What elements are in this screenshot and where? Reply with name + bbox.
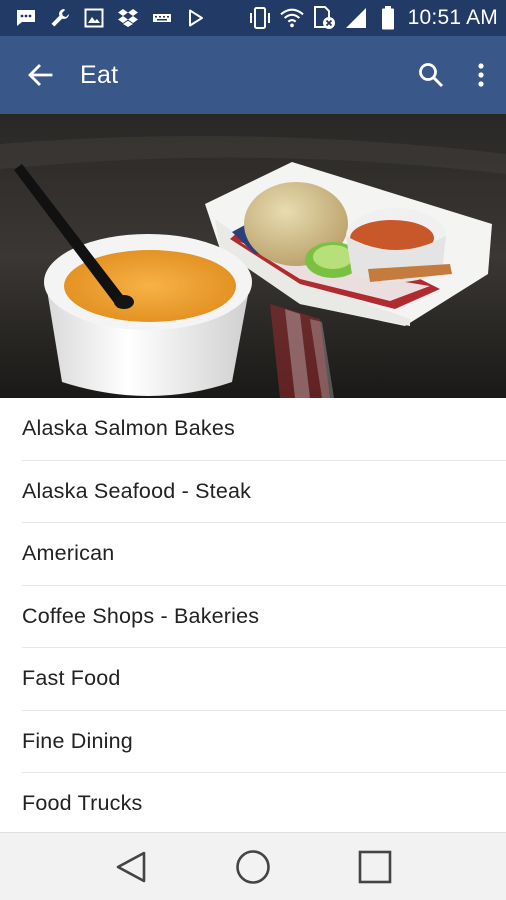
list-item-label: American	[22, 541, 115, 566]
list-item[interactable]: Fast Food	[22, 648, 506, 711]
vibrate-icon	[248, 6, 272, 30]
back-triangle-icon[interactable]	[101, 837, 161, 897]
list-item[interactable]: Food Trucks	[22, 773, 506, 832]
image-icon	[82, 6, 106, 30]
list-item[interactable]: Coffee Shops - Bakeries	[22, 586, 506, 648]
app-bar: Eat	[0, 36, 506, 114]
arrow-back-icon[interactable]	[0, 36, 80, 114]
list-item[interactable]: Alaska Salmon Bakes	[22, 398, 506, 461]
category-list: Alaska Salmon Bakes Alaska Seafood - Ste…	[0, 398, 506, 832]
wifi-icon	[279, 6, 304, 30]
food-photo	[0, 114, 506, 398]
keyboard-icon	[150, 6, 174, 30]
battery-icon	[376, 6, 400, 30]
home-circle-icon[interactable]	[223, 837, 283, 897]
signal-icon	[344, 6, 368, 30]
more-vert-icon[interactable]	[456, 36, 506, 114]
list-item[interactable]: American	[22, 523, 506, 586]
system-nav-bar	[0, 832, 506, 900]
list-item[interactable]: Fine Dining	[22, 711, 506, 773]
play-store-icon	[184, 6, 208, 30]
list-item-label: Fine Dining	[22, 728, 133, 753]
list-item-label: Alaska Salmon Bakes	[22, 416, 235, 441]
list-item-label: Coffee Shops - Bakeries	[22, 603, 260, 628]
list-item-label: Food Trucks	[22, 791, 143, 816]
search-icon[interactable]	[406, 36, 456, 114]
sim-icon	[312, 6, 336, 30]
status-time: 10:51 AM	[407, 6, 498, 29]
page-title: Eat	[80, 60, 119, 89]
list-item[interactable]: Alaska Seafood - Steak	[22, 461, 506, 523]
list-item-label: Alaska Seafood - Steak	[22, 478, 252, 503]
status-bar: 10:51 AM	[0, 0, 506, 36]
list-item-label: Fast Food	[22, 666, 121, 691]
wrench-icon	[48, 6, 72, 30]
dropbox-icon	[116, 6, 140, 30]
recents-square-icon[interactable]	[345, 837, 405, 897]
hero-image	[0, 114, 506, 398]
messaging-icon	[14, 6, 38, 30]
